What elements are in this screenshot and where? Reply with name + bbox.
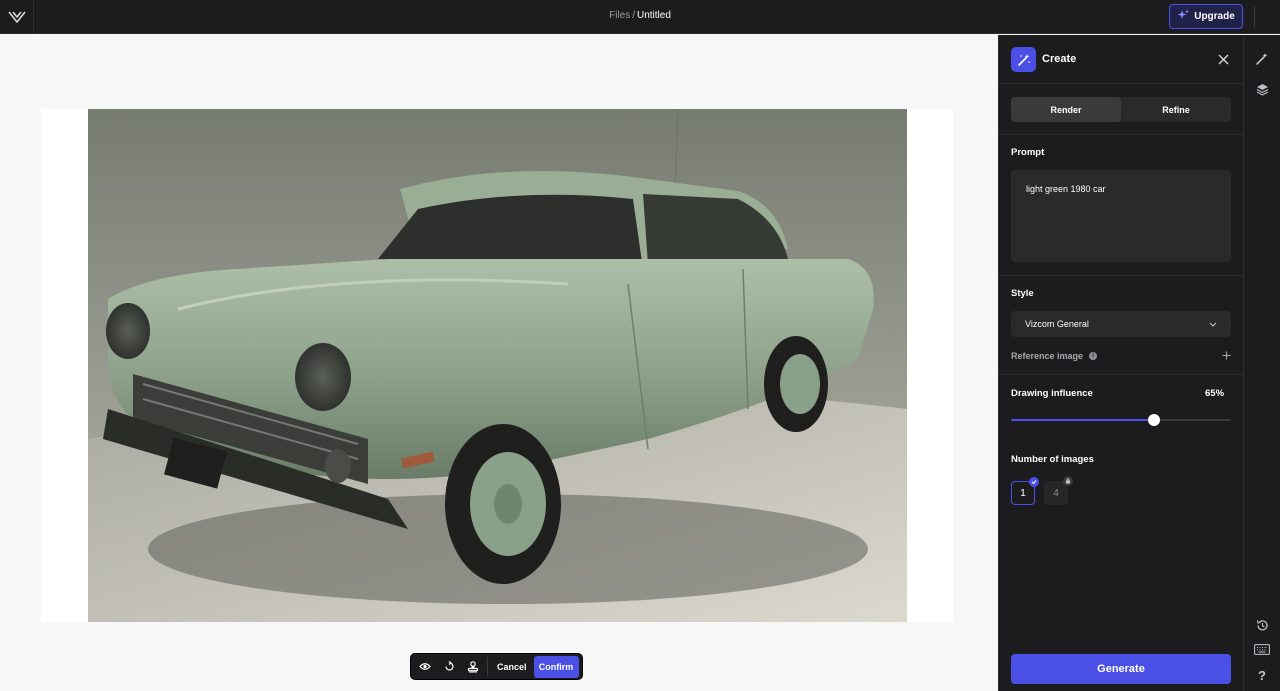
history-icon[interactable] — [1252, 615, 1272, 635]
stamp-icon[interactable] — [461, 656, 485, 678]
style-select[interactable]: Vizcom General — [1011, 311, 1231, 337]
right-rail: ? — [1243, 35, 1280, 691]
create-panel: Create Render Refine Prompt light green … — [998, 35, 1244, 691]
divider — [999, 275, 1244, 276]
drawing-influence-value: 65% — [1205, 388, 1225, 399]
breadcrumb-files-link[interactable]: Files — [609, 10, 630, 21]
lock-icon — [1063, 476, 1073, 486]
cancel-button[interactable]: Cancel — [490, 656, 534, 678]
info-icon[interactable]: i — [1089, 352, 1098, 360]
prompt-input[interactable]: light green 1980 car — [1011, 170, 1231, 262]
eye-icon[interactable] — [413, 656, 437, 678]
generate-button[interactable]: Generate — [1011, 654, 1231, 684]
divider — [999, 374, 1244, 375]
image-count-label: 1 — [1020, 487, 1026, 499]
image-count-1-button[interactable]: 1 — [1011, 477, 1039, 505]
confirm-button[interactable]: Confirm — [533, 655, 579, 678]
slider-thumb[interactable] — [1148, 414, 1160, 426]
file-title[interactable]: Untitled — [637, 10, 671, 21]
canvas-area[interactable]: Cancel Confirm — [0, 35, 998, 691]
slider-fill — [1011, 419, 1154, 421]
tab-refine[interactable]: Refine — [1121, 97, 1231, 122]
panel-header: Create — [999, 35, 1244, 84]
help-icon[interactable]: ? — [1252, 665, 1272, 685]
breadcrumb-separator: / — [632, 10, 635, 21]
add-reference-icon[interactable] — [1222, 349, 1231, 363]
upgrade-label: Upgrade — [1194, 11, 1235, 22]
number-of-images-label: Number of images — [1011, 454, 1094, 465]
magic-wand-icon — [1011, 47, 1036, 72]
top-bar: Files / Untitled Upgrade — [0, 0, 1280, 34]
breadcrumb: Files / Untitled — [0, 10, 1280, 21]
rendered-image[interactable] — [88, 109, 907, 622]
close-icon[interactable] — [1213, 49, 1233, 69]
topbar-divider — [1254, 6, 1255, 28]
check-icon — [1029, 477, 1039, 487]
reset-icon[interactable] — [437, 656, 461, 678]
image-count-4-button[interactable]: 4 — [1044, 476, 1073, 505]
chevron-down-icon — [1209, 319, 1217, 329]
magic-wand-icon[interactable] — [1252, 49, 1272, 69]
style-label: Style — [1011, 288, 1034, 299]
style-value: Vizcom General — [1025, 319, 1089, 329]
reference-image-label: Reference image — [1011, 351, 1084, 361]
tab-render[interactable]: Render — [1011, 97, 1121, 122]
reference-image-row: Reference image i — [1011, 350, 1231, 362]
layers-icon[interactable] — [1252, 79, 1272, 99]
image-count-label: 4 — [1053, 487, 1059, 499]
drawing-influence-slider[interactable] — [1011, 414, 1231, 426]
prompt-label: Prompt — [1011, 147, 1045, 158]
sparkle-icon — [1177, 9, 1190, 24]
upgrade-button[interactable]: Upgrade — [1169, 4, 1243, 29]
floating-toolbar: Cancel Confirm — [410, 653, 583, 680]
mode-tabs: Render Refine — [1011, 97, 1231, 122]
artboard[interactable] — [41, 109, 953, 622]
keyboard-icon[interactable] — [1252, 639, 1272, 659]
drawing-influence-label: Drawing influence — [1011, 388, 1093, 399]
panel-title: Create — [1042, 53, 1077, 65]
divider — [999, 134, 1244, 135]
toolbar-divider — [487, 657, 488, 676]
